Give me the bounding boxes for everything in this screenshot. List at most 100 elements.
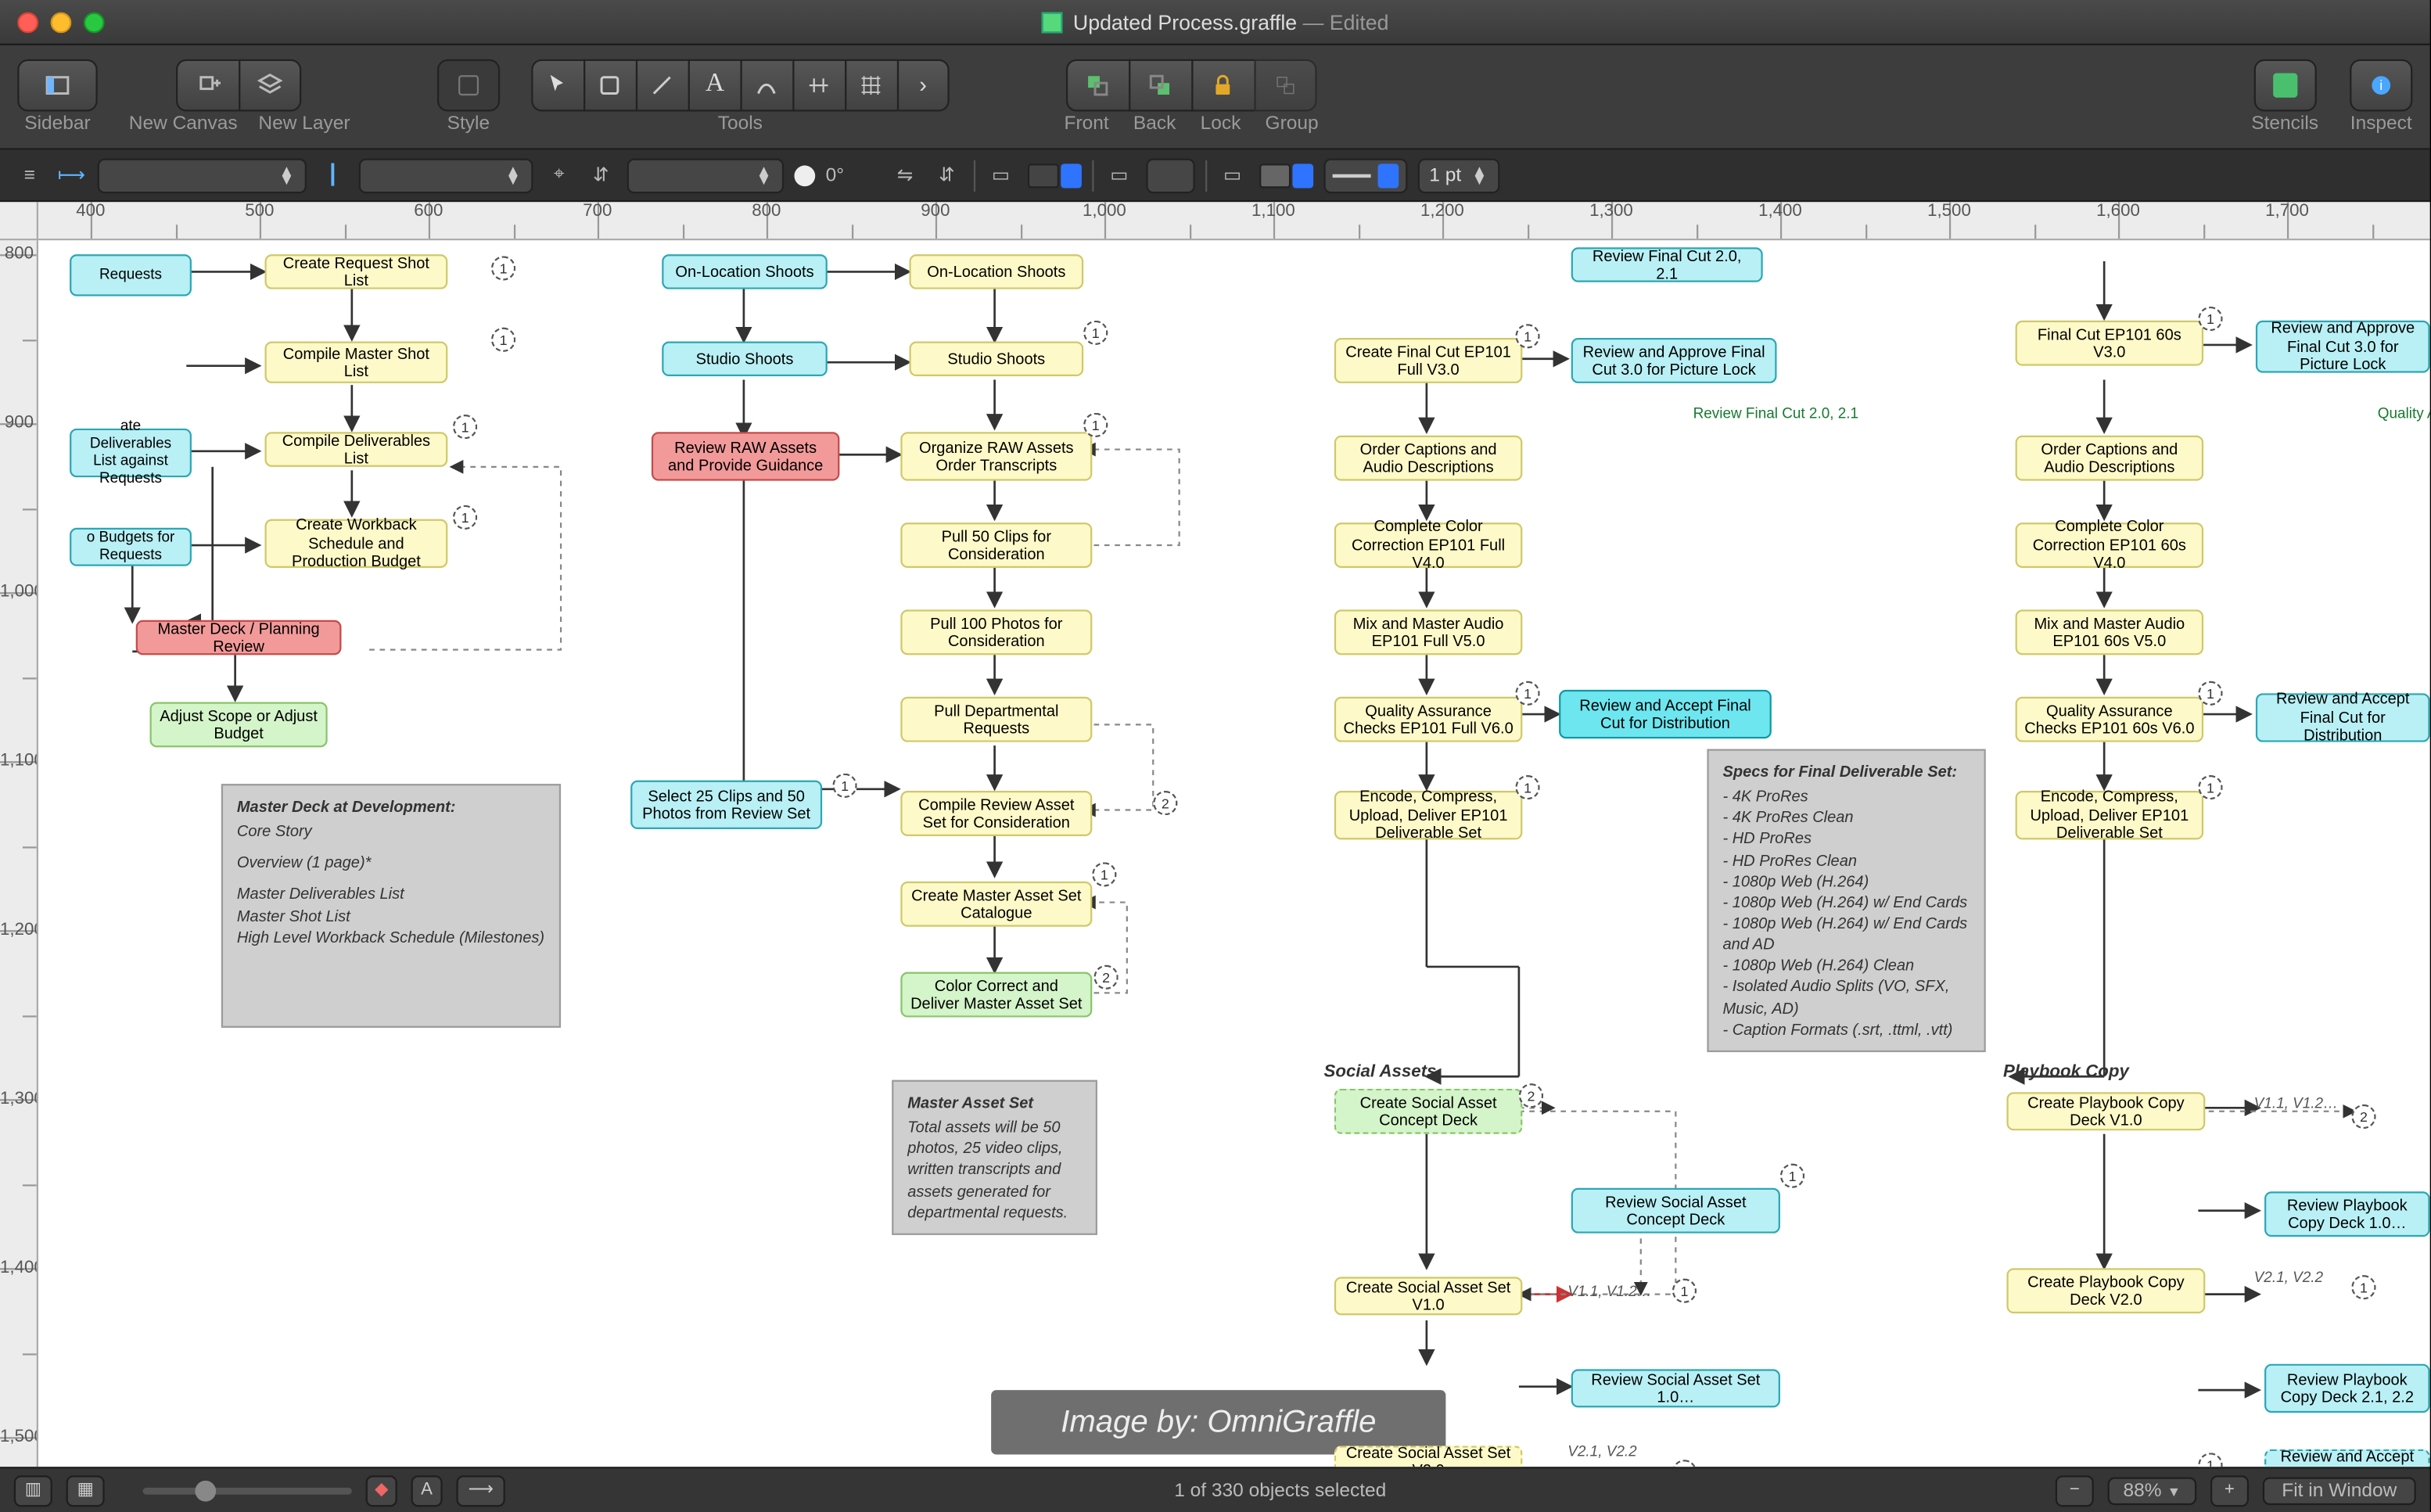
point-edit-tool[interactable]: [792, 59, 845, 111]
zoom-in-button[interactable]: +: [2210, 1474, 2249, 1506]
sb-layers-toggle[interactable]: ▦: [66, 1474, 105, 1506]
flow-node-approve-final-v3[interactable]: Review and Approve Final Cut 3.0 for Pic…: [1571, 338, 1777, 383]
flow-node-create-final-v3[interactable]: Create Final Cut EP101 Full V3.0: [1334, 338, 1523, 383]
flow-node-final-cut-60s[interactable]: Final Cut EP101 60s V3.0: [2016, 321, 2204, 366]
flow-node-encode[interactable]: Encode, Compress, Upload, Deliver EP101 …: [1334, 791, 1523, 839]
flow-node-rev-finalcut-20[interactable]: Review Final Cut 2.0, 2.1: [1571, 247, 1763, 282]
flow-node-playbook-v2[interactable]: Create Playbook Copy Deck V2.0: [2006, 1268, 2205, 1313]
flow-node-organize-raw[interactable]: Organize RAW Assets Order Transcripts: [900, 432, 1092, 480]
font-family-select[interactable]: ▲▼: [98, 158, 307, 193]
inspect-button[interactable]: i: [2350, 59, 2412, 111]
new-layer-button[interactable]: [239, 59, 302, 111]
guide-h-icon[interactable]: ⟼: [56, 160, 87, 191]
flow-node-accept-playbook[interactable]: Review and Accept Playbook: [2264, 1449, 2430, 1467]
flow-node-qa-v6[interactable]: Quality Assurance Checks EP101 Full V6.0: [1334, 697, 1523, 742]
flip-v-icon[interactable]: ⇵: [931, 160, 962, 191]
zoom-level[interactable]: 88% ▼: [2108, 1476, 2197, 1504]
sb-layout-toggle[interactable]: ▥: [14, 1474, 52, 1506]
tool-overflow[interactable]: ›: [897, 59, 950, 111]
columns-icon[interactable]: ≡: [14, 160, 45, 191]
flow-node-accept-final[interactable]: Review and Accept Final Cut for Distribu…: [1559, 690, 1772, 738]
flow-node-playbook-v1[interactable]: Create Playbook Copy Deck V1.0: [2006, 1092, 2205, 1130]
flow-node-workback[interactable]: Create Workback Schedule and Production …: [264, 519, 447, 568]
text-color-icon[interactable]: ┃: [317, 160, 348, 191]
flow-node-select25[interactable]: Select 25 Clips and 50 Photos from Revie…: [630, 781, 822, 829]
line-tool[interactable]: [636, 59, 688, 111]
flow-node-onloc2[interactable]: On-Location Shoots: [909, 254, 1083, 289]
note-master-asset[interactable]: Master Asset Set Total assets will be 50…: [892, 1080, 1097, 1235]
fill-color-dropdown[interactable]: [1027, 163, 1081, 187]
bring-to-front-button[interactable]: [1066, 59, 1129, 111]
flow-node-review-raw[interactable]: Review RAW Assets and Provide Guidance: [652, 432, 840, 480]
note-specs[interactable]: Specs for Final Deliverable Set: - 4K Pr…: [1707, 749, 1985, 1052]
text-color-swatch[interactable]: [794, 164, 815, 185]
shape-tool[interactable]: [584, 59, 636, 111]
flow-node-master-asset-cat[interactable]: Create Master Asset Set Catalogue: [900, 882, 1092, 927]
grid-tool[interactable]: [845, 59, 897, 111]
flow-node-review-playbook-1[interactable]: Review Playbook Copy Deck 1.0…: [2264, 1191, 2430, 1237]
lock-button[interactable]: [1191, 59, 1254, 111]
flow-node-budgets[interactable]: o Budgets for Requests: [70, 528, 192, 566]
flow-node-social-concept[interactable]: Create Social Asset Concept Deck: [1334, 1089, 1523, 1134]
flow-node-pull50[interactable]: Pull 50 Clips for Consideration: [900, 523, 1092, 568]
stroke-color-swatch[interactable]: [1145, 158, 1194, 193]
stroke-none-icon[interactable]: ▭: [1104, 160, 1135, 191]
stencils-button[interactable]: [2253, 59, 2316, 111]
ruler-origin[interactable]: [0, 202, 38, 240]
new-canvas-button[interactable]: [177, 59, 239, 111]
sb-stop-icon[interactable]: ◆: [366, 1474, 397, 1506]
zoom-window-button[interactable]: [84, 11, 105, 32]
group-button[interactable]: [1254, 59, 1316, 111]
fit-in-window-button[interactable]: Fit in Window: [2263, 1476, 2416, 1504]
selection-tool[interactable]: [531, 59, 584, 111]
flow-node-adjust[interactable]: Adjust Scope or Adjust Budget: [150, 702, 328, 747]
flip-h-icon[interactable]: ⇋: [889, 160, 921, 191]
send-to-back-button[interactable]: [1129, 59, 1191, 111]
flow-node-accept-60[interactable]: Review and Accept Final Cut for Distribu…: [2256, 693, 2430, 742]
flow-node-qa-60-v6[interactable]: Quality Assurance Checks EP101 60s V6.0: [2016, 697, 2204, 742]
ruler-horizontal[interactable]: 4005006007008009001,0001,1001,2001,3001,…: [38, 202, 2430, 240]
fill-none-icon[interactable]: ▭: [985, 160, 1016, 191]
flow-node-social-v1[interactable]: Create Social Asset Set V1.0: [1334, 1277, 1523, 1315]
pen-tool[interactable]: [740, 59, 792, 111]
shadow-color-dropdown[interactable]: [1259, 163, 1312, 187]
stroke-style-dropdown[interactable]: [1323, 158, 1406, 193]
flow-node-deliv-list[interactable]: ate Deliverables List against Requests: [70, 429, 192, 477]
font-style-select[interactable]: ▲▼: [359, 158, 533, 193]
flow-node-review-social-concept[interactable]: Review Social Asset Concept Deck: [1571, 1188, 1780, 1234]
sb-connector-icon[interactable]: ⟶: [456, 1474, 505, 1506]
minimize-window-button[interactable]: [51, 11, 72, 32]
flow-node-color-60-v4[interactable]: Complete Color Correction EP101 60s V4.0: [2016, 523, 2204, 568]
flow-node-approve-60s[interactable]: Review and Approve Final Cut 3.0 for Pic…: [2256, 321, 2430, 373]
canvas[interactable]: Master Deck at Development: Core Story O…: [38, 240, 2430, 1467]
flow-node-social-v2[interactable]: Create Social Asset Set V2.0: [1334, 1446, 1523, 1467]
flow-node-color-correct[interactable]: Color Correct and Deliver Master Asset S…: [900, 972, 1092, 1018]
vertical-align-icon[interactable]: ⇵: [585, 160, 616, 191]
flow-node-encode-60[interactable]: Encode, Compress, Upload, Deliver EP101 …: [2016, 791, 2204, 839]
flow-node-studio2[interactable]: Studio Shoots: [909, 341, 1083, 376]
flow-node-onloc1[interactable]: On-Location Shoots: [662, 254, 828, 289]
flow-node-review-social-1[interactable]: Review Social Asset Set 1.0…: [1571, 1369, 1780, 1407]
flow-node-review-playbook-21[interactable]: Review Playbook Copy Deck 2.1, 2.2: [2264, 1364, 2430, 1413]
flow-node-pull100[interactable]: Pull 100 Photos for Consideration: [900, 609, 1092, 655]
shadow-none-icon[interactable]: ▭: [1217, 160, 1248, 191]
flow-node-pulldept[interactable]: Pull Departmental Requests: [900, 697, 1092, 742]
flow-node-order-captions-60[interactable]: Order Captions and Audio Descriptions: [2016, 436, 2204, 481]
flow-node-create-req-shot[interactable]: Create Request Shot List: [264, 254, 447, 289]
close-window-button[interactable]: [17, 11, 38, 32]
flow-node-mix-60-v5[interactable]: Mix and Master Audio EP101 60s V5.0: [2016, 609, 2204, 655]
flow-node-compile-deliv[interactable]: Compile Deliverables List: [264, 432, 447, 467]
sb-text-tool-icon[interactable]: A: [411, 1474, 443, 1506]
flow-node-master-deck-review[interactable]: Master Deck / Planning Review: [136, 620, 342, 655]
style-picker-button[interactable]: [437, 59, 500, 111]
flow-node-compile-master-shot[interactable]: Compile Master Shot List: [264, 341, 447, 382]
flow-node-order-captions[interactable]: Order Captions and Audio Descriptions: [1334, 436, 1523, 481]
font-size-select[interactable]: ▲▼: [627, 158, 784, 193]
align-focus-icon[interactable]: ⌖: [544, 160, 575, 191]
flow-node-requests[interactable]: Requests: [70, 254, 192, 296]
text-tool[interactable]: A: [688, 59, 741, 111]
flow-node-color-corr-v4[interactable]: Complete Color Correction EP101 Full V4.…: [1334, 523, 1523, 568]
stroke-width-stepper[interactable]: 1 pt ▲▼: [1417, 158, 1499, 193]
flow-node-studio1[interactable]: Studio Shoots: [662, 341, 828, 376]
note-master-deck[interactable]: Master Deck at Development: Core Story O…: [221, 784, 561, 1028]
